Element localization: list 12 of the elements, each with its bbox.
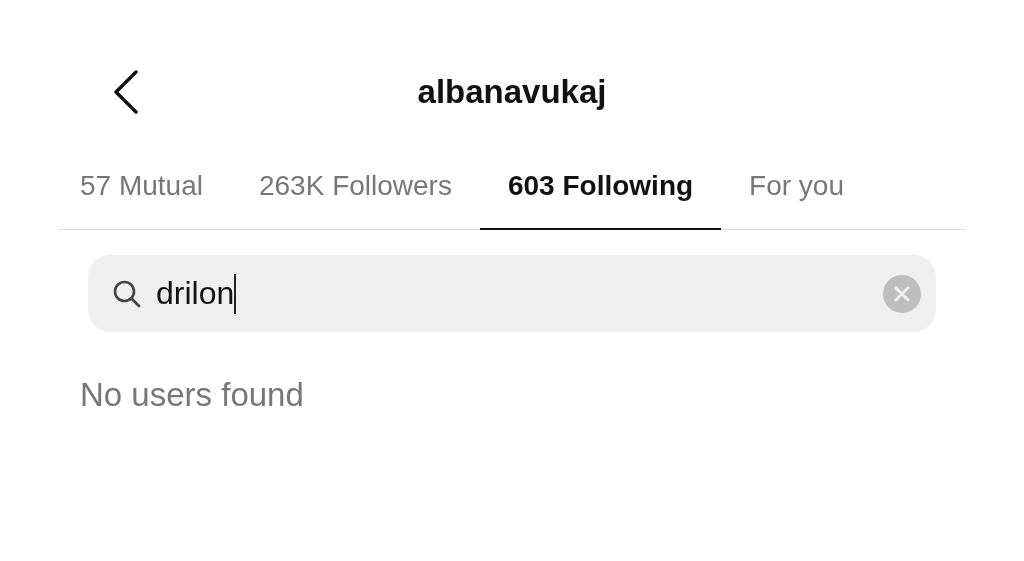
search-icon [112, 278, 142, 309]
tab[interactable]: For you [721, 158, 873, 230]
tab[interactable]: 57 Mutual [58, 158, 231, 230]
empty-message: No users found [80, 376, 305, 414]
tab[interactable]: 263K Followers [230, 158, 480, 230]
profile-username: albanavukaj [417, 73, 607, 111]
tab[interactable]: 603 Following [479, 158, 722, 230]
chevron-left-icon [112, 70, 140, 114]
text-cursor [234, 273, 237, 314]
close-icon [882, 273, 922, 314]
search-field[interactable]: drilon [88, 255, 936, 332]
search-text: drilon [156, 275, 235, 312]
